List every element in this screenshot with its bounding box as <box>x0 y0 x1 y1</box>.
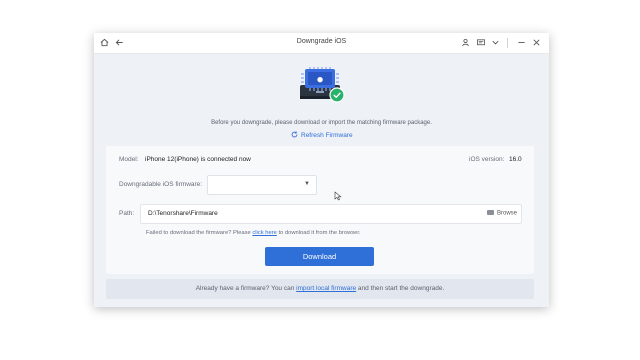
browse-label: Browse <box>496 210 517 217</box>
model-label: Model: <box>119 156 139 163</box>
refresh-firmware-link[interactable]: Refresh Firmware <box>291 131 353 140</box>
folder-icon <box>486 210 494 215</box>
refresh-label: Refresh Firmware <box>301 132 353 140</box>
firmware-panel: Model: iPhone 12(iPhone) is connected no… <box>106 146 534 274</box>
download-button[interactable]: Download <box>265 247 374 266</box>
refresh-icon <box>291 131 298 140</box>
ios-version-value: 16.0 <box>509 156 522 163</box>
fail-message: Failed to download the firmware? Please … <box>146 230 361 236</box>
import-prefix: Already have a firmware? You can <box>195 285 297 292</box>
import-banner: Already have a firmware? You can import … <box>106 279 534 299</box>
browse-button[interactable]: Browse <box>486 210 517 217</box>
path-label: Path: <box>119 210 135 217</box>
chevron-down-icon[interactable] <box>491 38 501 48</box>
description-text: Before you downgrade, please download or… <box>211 120 432 126</box>
title-separator <box>507 38 508 48</box>
mouse-cursor-icon <box>334 188 342 201</box>
firmware-select[interactable]: ▼ <box>207 175 317 195</box>
model-value: iPhone 12(iPhone) is connected now <box>145 156 251 163</box>
chip-illustration-icon: ● <box>294 63 350 107</box>
click-here-link[interactable]: click here <box>252 230 276 236</box>
import-suffix: and then start the downgrade. <box>356 285 445 292</box>
import-local-firmware-link[interactable]: import local firmware <box>296 285 356 292</box>
fail-message-suffix: to download it from the browser. <box>276 230 361 236</box>
path-input[interactable]: D:\Tenorshare\Firmware Browse <box>140 204 522 224</box>
ios-version-label: iOS version: <box>469 156 505 163</box>
feedback-icon[interactable] <box>476 38 486 48</box>
svg-text:●: ● <box>317 76 323 84</box>
dropdown-caret-icon: ▼ <box>304 181 310 187</box>
path-value: D:\Tenorshare\Firmware <box>148 210 218 217</box>
firmware-label: Downgradable iOS firmware: <box>119 181 203 188</box>
user-icon[interactable] <box>461 38 471 48</box>
title-bar: Downgrade iOS <box>94 33 549 54</box>
minimize-icon[interactable] <box>517 38 527 48</box>
app-window: Downgrade iOS ● Before you downgrade, pl… <box>94 33 549 307</box>
fail-message-prefix: Failed to download the firmware? Please <box>146 230 253 236</box>
close-icon[interactable] <box>532 38 542 48</box>
